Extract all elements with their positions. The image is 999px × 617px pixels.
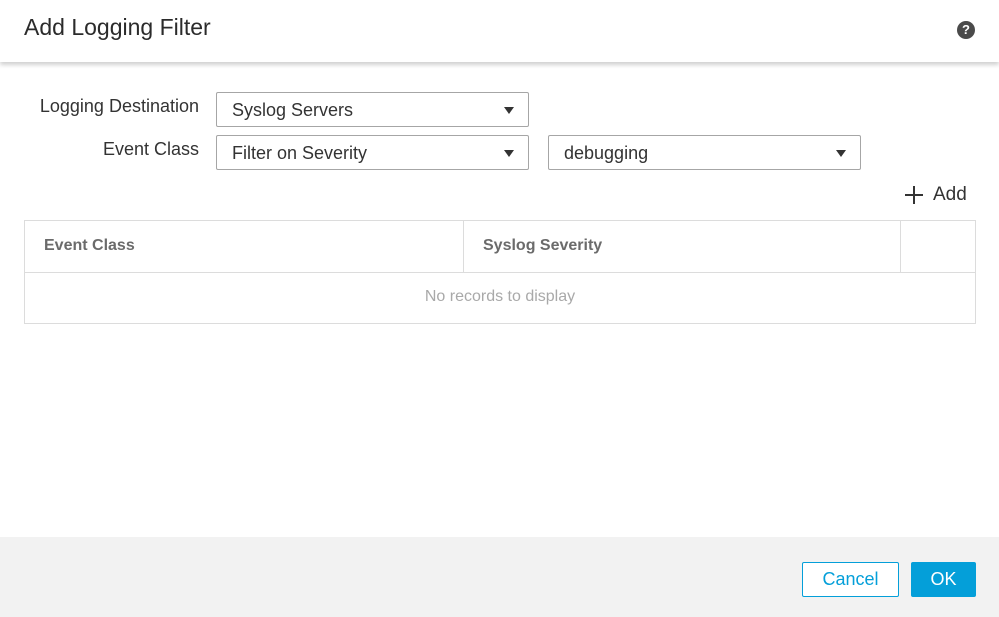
- column-header-actions: [901, 221, 975, 272]
- severity-level-value: debugging: [564, 143, 649, 163]
- chevron-down-icon: [504, 150, 514, 157]
- chevron-down-icon: [504, 107, 514, 114]
- add-filter-button[interactable]: Add: [904, 183, 974, 209]
- logging-destination-select[interactable]: Syslog Servers: [216, 92, 529, 127]
- table-header: Event Class Syslog Severity: [25, 221, 975, 273]
- event-class-select[interactable]: Filter on Severity: [216, 135, 529, 170]
- severity-level-select[interactable]: debugging: [548, 135, 861, 170]
- empty-table-message: No records to display: [424, 288, 576, 305]
- logging-destination-value: Syslog Servers: [232, 100, 354, 120]
- add-label: Add: [933, 184, 967, 205]
- event-class-label: Event Class: [102, 139, 199, 159]
- filters-table: Event Class Syslog Severity No records t…: [24, 220, 976, 324]
- event-class-value: Filter on Severity: [232, 143, 368, 163]
- dialog-footer: Cancel OK: [0, 537, 999, 617]
- column-header-syslog-severity: Syslog Severity: [464, 221, 901, 272]
- column-header-event-class: Event Class: [25, 221, 464, 272]
- ok-button[interactable]: OK: [911, 562, 976, 597]
- plus-icon: [904, 185, 924, 205]
- logging-destination-label: Logging Destination: [39, 96, 199, 116]
- add-logging-filter-dialog: Add Logging Filter ? Logging Destination…: [0, 0, 999, 617]
- help-icon[interactable]: ?: [957, 21, 975, 39]
- cancel-button[interactable]: Cancel: [802, 562, 899, 597]
- dialog-title: Add Logging Filter: [24, 14, 211, 40]
- chevron-down-icon: [836, 150, 846, 157]
- dialog-header: Add Logging Filter ?: [0, 0, 999, 62]
